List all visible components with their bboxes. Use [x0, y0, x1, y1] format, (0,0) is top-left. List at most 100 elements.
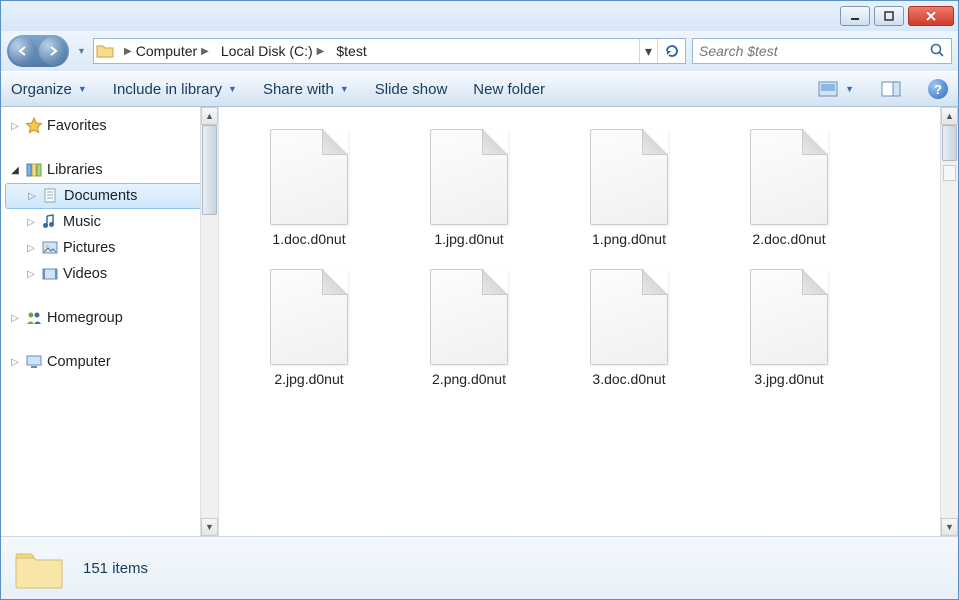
nav-back-forward — [7, 35, 69, 67]
toolbar-label: Slide show — [375, 81, 448, 98]
sidebar-item-music[interactable]: ▷ Music — [1, 209, 218, 235]
sidebar-item-libraries[interactable]: ◢ Libraries — [1, 157, 218, 183]
videos-icon — [41, 265, 59, 283]
folder-icon — [13, 546, 65, 590]
file-icon — [590, 129, 668, 225]
file-icon — [590, 269, 668, 365]
file-label: 1.doc.d0nut — [272, 231, 345, 247]
breadcrumb-label: Local Disk (C:) — [221, 43, 313, 59]
sidebar-item-favorites[interactable]: ▷ Favorites — [1, 113, 218, 139]
expand-icon[interactable]: ▷ — [25, 243, 37, 254]
sidebar-label: Computer — [47, 354, 111, 370]
minimize-button[interactable] — [840, 6, 870, 26]
file-icon — [270, 129, 348, 225]
pictures-icon — [41, 239, 59, 257]
file-item[interactable]: 1.png.d0nut — [559, 123, 699, 253]
preview-pane-button[interactable] — [880, 78, 902, 100]
file-item[interactable]: 2.doc.d0nut — [719, 123, 859, 253]
file-item[interactable]: 1.jpg.d0nut — [399, 123, 539, 253]
scroll-marker — [943, 165, 956, 181]
sidebar-scrollbar[interactable]: ▲ ▼ — [200, 107, 218, 536]
expand-icon[interactable]: ▷ — [9, 313, 21, 324]
breadcrumb-label: $test — [336, 43, 366, 59]
address-dropdown[interactable]: ▾ — [639, 39, 657, 63]
breadcrumb-segment[interactable]: Local Disk (C:)▶ — [217, 39, 333, 63]
toolbar-label: New folder — [473, 81, 545, 98]
breadcrumb-segment[interactable]: $test — [332, 39, 370, 63]
slideshow-button[interactable]: Slide show — [375, 81, 448, 98]
forward-button[interactable] — [39, 37, 67, 65]
view-icon — [817, 78, 839, 100]
toolbar-label: Share with — [263, 81, 334, 98]
toolbar-label: Include in library — [113, 81, 222, 98]
file-label: 3.jpg.d0nut — [754, 371, 823, 387]
navigation-row: ▼ ▶Computer▶ Local Disk (C:)▶ $test ▾ — [1, 31, 958, 71]
window-titlebar — [1, 1, 958, 31]
file-icon — [270, 269, 348, 365]
star-icon — [25, 117, 43, 135]
search-icon — [929, 42, 945, 61]
share-with-menu[interactable]: Share with▼ — [263, 81, 349, 98]
file-item[interactable]: 1.doc.d0nut — [239, 123, 379, 253]
expand-icon[interactable]: ▷ — [25, 217, 37, 228]
scroll-thumb[interactable] — [202, 125, 217, 215]
help-button[interactable]: ? — [928, 79, 948, 99]
file-item[interactable]: 3.jpg.d0nut — [719, 263, 859, 393]
file-icon — [430, 129, 508, 225]
computer-icon — [25, 353, 43, 371]
file-content-area: 1.doc.d0nut 1.jpg.d0nut 1.png.d0nut 2.doc.d… — [219, 107, 958, 536]
sidebar-item-homegroup[interactable]: ▷ Homegroup — [1, 305, 218, 331]
expand-icon[interactable]: ▷ — [9, 121, 21, 132]
file-label: 3.doc.d0nut — [592, 371, 665, 387]
search-box[interactable] — [692, 38, 952, 64]
scroll-thumb[interactable] — [942, 125, 957, 161]
organize-menu[interactable]: Organize▼ — [11, 81, 87, 98]
breadcrumb-label: Computer — [136, 43, 197, 59]
include-in-library-menu[interactable]: Include in library▼ — [113, 81, 237, 98]
libraries-icon — [25, 161, 43, 179]
search-input[interactable] — [699, 43, 929, 59]
sidebar-label: Music — [63, 214, 101, 230]
maximize-button[interactable] — [874, 6, 904, 26]
scroll-up-button[interactable]: ▲ — [201, 107, 218, 125]
file-icon — [750, 269, 828, 365]
scroll-up-button[interactable]: ▲ — [941, 107, 958, 125]
address-bar[interactable]: ▶Computer▶ Local Disk (C:)▶ $test ▾ — [93, 38, 686, 64]
sidebar-item-computer[interactable]: ▷ Computer — [1, 349, 218, 375]
documents-icon — [42, 187, 60, 205]
command-toolbar: Organize▼ Include in library▼ Share with… — [1, 71, 958, 107]
expand-icon[interactable]: ▷ — [25, 269, 37, 280]
sidebar-label: Homegroup — [47, 310, 123, 326]
sidebar-label: Favorites — [47, 118, 107, 134]
navigation-pane: ▷ Favorites ◢ Libraries ▷ Documents ▷ Mu… — [1, 107, 219, 536]
content-scrollbar[interactable]: ▲ ▼ — [940, 107, 958, 536]
close-button[interactable] — [908, 6, 954, 26]
homegroup-icon — [25, 309, 43, 327]
breadcrumb-segment[interactable]: ▶Computer▶ — [116, 39, 217, 63]
file-label: 1.jpg.d0nut — [434, 231, 503, 247]
change-view-button[interactable]: ▼ — [817, 78, 854, 100]
scroll-down-button[interactable]: ▼ — [941, 518, 958, 536]
sidebar-label: Documents — [64, 188, 137, 204]
toolbar-label: Organize — [11, 81, 72, 98]
file-icon — [430, 269, 508, 365]
sidebar-item-documents[interactable]: ▷ Documents — [5, 183, 214, 209]
file-item[interactable]: 3.doc.d0nut — [559, 263, 699, 393]
item-count: 151 items — [83, 560, 148, 577]
file-label: 2.jpg.d0nut — [274, 371, 343, 387]
sidebar-label: Libraries — [47, 162, 103, 178]
nav-history-dropdown[interactable]: ▼ — [75, 46, 87, 56]
file-item[interactable]: 2.png.d0nut — [399, 263, 539, 393]
scroll-down-button[interactable]: ▼ — [201, 518, 218, 536]
file-label: 1.png.d0nut — [592, 231, 666, 247]
new-folder-button[interactable]: New folder — [473, 81, 545, 98]
sidebar-item-videos[interactable]: ▷ Videos — [1, 261, 218, 287]
refresh-button[interactable] — [657, 39, 685, 63]
file-item[interactable]: 2.jpg.d0nut — [239, 263, 379, 393]
expand-icon[interactable]: ▷ — [9, 357, 21, 368]
sidebar-item-pictures[interactable]: ▷ Pictures — [1, 235, 218, 261]
collapse-icon[interactable]: ◢ — [9, 165, 21, 176]
back-button[interactable] — [9, 37, 37, 65]
file-icon — [750, 129, 828, 225]
expand-icon[interactable]: ▷ — [26, 191, 38, 202]
